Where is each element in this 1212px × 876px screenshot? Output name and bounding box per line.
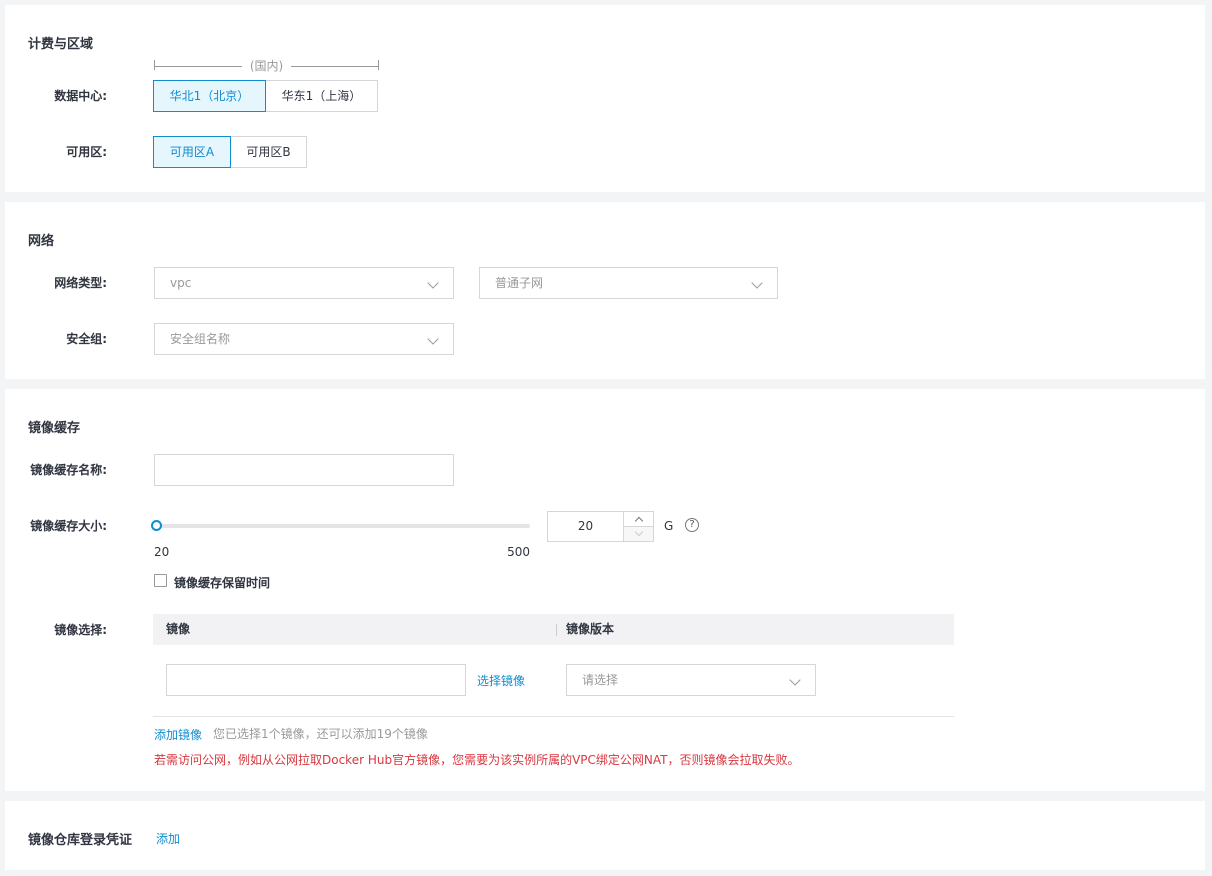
image-select-label: 镜像选择: [54, 623, 107, 637]
datacenter-label: 数据中心: [54, 89, 107, 103]
datacenter-selector: 华北1（北京） 华东1（上海） [153, 80, 378, 112]
select-image-link[interactable]: 选择镜像 [477, 672, 525, 689]
chevron-down-icon [427, 277, 439, 289]
security-group-select[interactable]: 安全组名称 [154, 323, 454, 355]
retention-checkbox[interactable] [154, 574, 167, 587]
col-divider [556, 624, 557, 636]
section-title-billing: 计费与区域 [28, 37, 94, 52]
help-icon[interactable]: ? [685, 518, 699, 532]
image-version-placeholder: 请选择 [582, 673, 619, 687]
retention-label: 镜像缓存保留时间 [174, 576, 271, 590]
datacenter-east-china-1[interactable]: 华东1（上海） [266, 80, 378, 112]
add-image-link[interactable]: 添加镜像 [154, 726, 202, 743]
subnet-select-placeholder: 普通子网 [495, 276, 544, 290]
datacenter-north-china-1[interactable]: 华北1（北京） [153, 80, 266, 112]
slider-max-label: 500 [507, 545, 530, 559]
region-group-label: (国内) [249, 59, 284, 73]
size-unit-label: G [664, 519, 674, 533]
slider-track [154, 524, 530, 528]
stepper-down-button[interactable] [623, 527, 653, 541]
zone-label: 可用区: [66, 145, 107, 159]
chevron-down-icon [751, 277, 763, 289]
image-row: 选择镜像 请选择 [153, 645, 954, 717]
cache-size-value[interactable]: 20 [548, 512, 623, 541]
add-image-hint: 您已选择1个镜像，还可以添加19个镜像 [213, 727, 428, 741]
registry-credential-section: 镜像仓库登录凭证 添加 [5, 801, 1205, 870]
cache-name-input[interactable] [154, 454, 454, 486]
chevron-up-icon [634, 516, 644, 526]
section-title-registry: 镜像仓库登录凭证 [28, 833, 133, 848]
cache-size-slider[interactable] [151, 520, 530, 532]
chevron-down-icon [789, 674, 801, 686]
cache-size-label: 镜像缓存大小: [30, 519, 107, 533]
zone-a[interactable]: 可用区A [153, 136, 231, 168]
slider-handle[interactable] [151, 520, 162, 531]
security-group-label: 安全组: [66, 332, 107, 346]
stepper-up-button[interactable] [623, 512, 653, 527]
network-section: 网络 网络类型: vpc 普通子网 安全组: 安全组名称 [5, 202, 1205, 379]
col-version-header: 镜像版本 [566, 622, 615, 636]
add-credential-link[interactable]: 添加 [156, 830, 180, 847]
billing-section: 计费与区域 (国内) 数据中心: 华北1（北京） 华东1（上海） 可用区: 可用… [5, 5, 1205, 192]
image-cache-section: 镜像缓存 镜像缓存名称: 镜像缓存大小: 20 500 20 G ? 镜像缓存保… [5, 389, 1205, 791]
chevron-down-icon [427, 333, 439, 345]
chevron-down-icon [634, 527, 644, 537]
cache-size-stepper: 20 [547, 511, 654, 542]
image-name-input[interactable] [166, 664, 466, 696]
zone-selector: 可用区A 可用区B [153, 136, 307, 168]
security-group-placeholder: 安全组名称 [170, 332, 231, 346]
subnet-select[interactable]: 普通子网 [479, 267, 778, 299]
section-title-image-cache: 镜像缓存 [28, 421, 81, 436]
network-type-label: 网络类型: [54, 276, 107, 290]
region-group-ruler: (国内) [154, 59, 379, 74]
image-table-header: 镜像 镜像版本 [153, 614, 954, 645]
vpc-select-value: vpc [170, 276, 192, 290]
public-network-warning: 若需访问公网，例如从公网拉取Docker Hub官方镜像，您需要为该实例所属的V… [154, 753, 800, 767]
vpc-select[interactable]: vpc [154, 267, 454, 299]
section-title-network: 网络 [28, 234, 55, 249]
image-version-select[interactable]: 请选择 [566, 664, 816, 696]
slider-min-label: 20 [154, 545, 170, 559]
zone-b[interactable]: 可用区B [231, 136, 307, 168]
col-image-header: 镜像 [166, 622, 191, 636]
cache-name-label: 镜像缓存名称: [30, 463, 107, 477]
